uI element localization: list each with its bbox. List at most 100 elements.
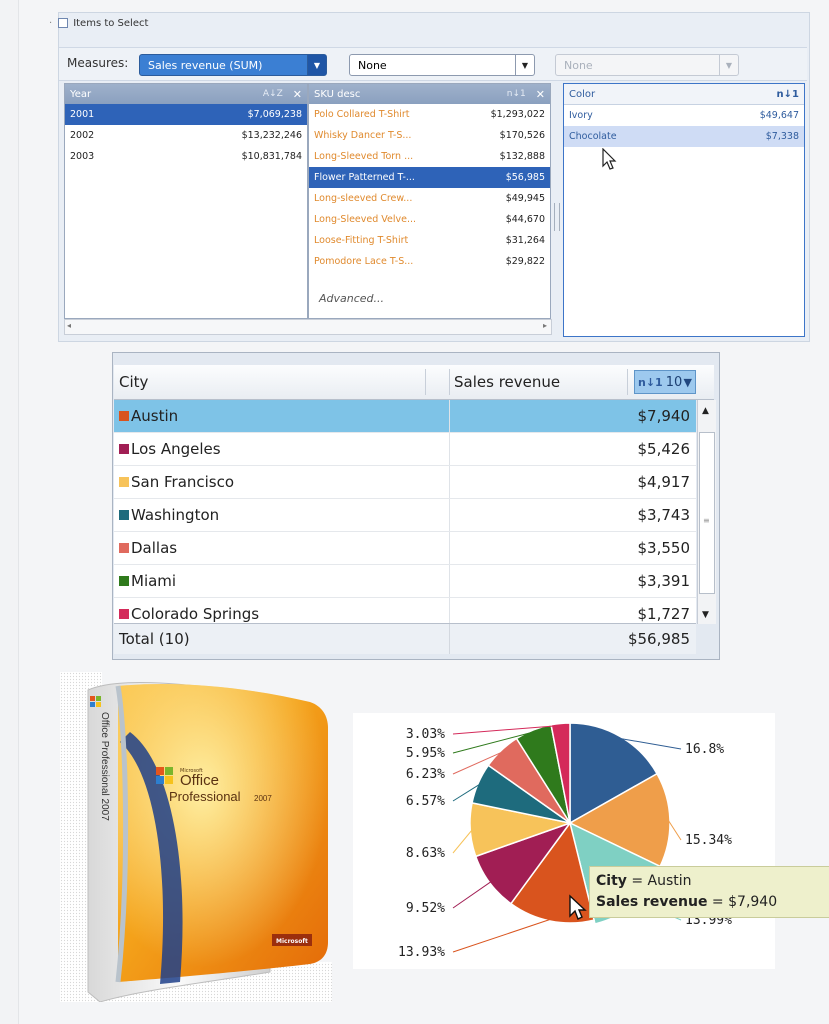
splitter-handle[interactable] <box>554 203 560 231</box>
total-label: Total (10) <box>119 630 190 648</box>
chevron-down-icon: ▼ <box>719 55 738 75</box>
chevron-down-icon[interactable]: ▼ <box>307 55 326 75</box>
table-row[interactable]: Los Angeles $5,426 <box>114 433 696 466</box>
sku-list-item-label: Whisky Dancer T-S... <box>314 130 412 141</box>
color-list-item-label: Chocolate <box>569 131 617 142</box>
pie-data-label: 13.93% <box>398 945 445 960</box>
sku-list-item-value: $56,985 <box>505 172 545 183</box>
year-list-item-label: 2002 <box>70 130 95 141</box>
sku-list-item[interactable]: Pomodore Lace T-S... $29,822 <box>309 251 550 272</box>
measures-label: Measures: <box>67 56 129 70</box>
collapse-toggle-icon[interactable] <box>58 18 69 28</box>
sort-numeric-icon[interactable]: n↓1 <box>635 376 666 389</box>
column-divider <box>449 499 450 531</box>
color-swatch <box>119 510 129 520</box>
chart-tooltip: City = Austin Sales revenue = $7,940 <box>589 866 829 918</box>
column-header-city[interactable]: City <box>119 373 148 391</box>
panel-header[interactable]: · Items to Select <box>49 13 148 33</box>
year-list-item[interactable]: 2001 $7,069,238 <box>65 104 307 125</box>
column-divider <box>449 532 450 564</box>
tooltip-city-key: City <box>596 873 627 889</box>
sort-az-icon[interactable]: A↓Z <box>263 89 283 99</box>
advanced-link[interactable]: Advanced... <box>319 292 384 305</box>
pie-data-label: 8.63% <box>406 846 445 861</box>
year-list: Year A↓Z ✕ 2001 $7,069,238 2002 $13,232,246… <box>64 83 308 319</box>
pie-data-label: 9.52% <box>406 901 445 916</box>
second-measure-dropdown[interactable]: None ▼ <box>349 54 535 76</box>
measures-bar: Measures: Sales revenue (SUM) ▼ None ▼ N… <box>59 47 807 81</box>
color-list-item[interactable]: Chocolate $7,338 <box>564 126 804 147</box>
column-divider <box>627 369 628 395</box>
pie-data-label: 3.03% <box>406 727 445 742</box>
tooltip-revenue-key: Sales revenue <box>596 894 708 910</box>
year-list-title: Year <box>70 88 92 100</box>
office-product-box: Microsoft Office Professional 2007 Offic… <box>60 672 332 1002</box>
table-row[interactable]: San Francisco $4,917 <box>114 466 696 499</box>
sku-list-header: SKU desc n↓1 ✕ <box>309 84 550 104</box>
sku-list-item[interactable]: Long-sleeved Crew... $49,945 <box>309 188 550 209</box>
topn-dropdown[interactable]: n↓1 10 ▼ <box>634 370 696 394</box>
column-divider <box>449 624 450 654</box>
scrollbar-thumb[interactable] <box>699 432 715 594</box>
box-spine-text: Office Professional 2007 <box>99 712 110 821</box>
scroll-left-icon[interactable]: ◂ <box>67 321 71 330</box>
column-divider <box>449 565 450 597</box>
chevron-down-icon[interactable]: ▼ <box>515 55 534 75</box>
color-list-item[interactable]: Ivory $49,647 <box>564 105 804 126</box>
color-list-item-value: $7,338 <box>765 131 799 142</box>
vertical-scrollbar[interactable]: ▲ ≡ ▼ <box>697 400 716 624</box>
items-to-select-panel: · Items to Select Measures: Sales revenu… <box>49 12 810 342</box>
table-row[interactable]: Washington $3,743 <box>114 499 696 532</box>
table-row[interactable]: Miami $3,391 <box>114 565 696 598</box>
scroll-up-icon[interactable]: ▲ <box>702 406 709 416</box>
mouse-cursor-icon <box>602 148 617 170</box>
sku-list-item-value: $170,526 <box>499 130 545 141</box>
color-swatch <box>119 477 129 487</box>
year-list-item-value: $10,831,784 <box>241 151 302 162</box>
city-cell: Los Angeles <box>131 440 221 458</box>
microsoft-badge: Microsoft <box>276 938 308 945</box>
table-row[interactable]: Austin $7,940 <box>114 400 696 433</box>
sort-numeric-icon[interactable]: n↓1 <box>777 89 799 100</box>
color-swatch <box>119 411 129 421</box>
sort-numeric-icon[interactable]: n↓1 <box>507 89 526 99</box>
year-list-item-value: $7,069,238 <box>247 109 302 120</box>
revenue-cell: $5,426 <box>637 440 691 458</box>
pie-leader-line <box>452 918 552 953</box>
color-list-header: Color n↓1 <box>564 84 804 105</box>
measure-dropdown-value: Sales revenue (SUM) <box>148 58 263 72</box>
sku-list-item-label: Long-Sleeved Velve... <box>314 214 417 225</box>
sku-list-item[interactable]: Long-Sleeved Torn ... $132,888 <box>309 146 550 167</box>
column-header-revenue[interactable]: Sales revenue <box>454 373 560 391</box>
grip-icon: ≡ <box>703 516 710 525</box>
year-list-item[interactable]: 2003 $10,831,784 <box>65 146 307 167</box>
scroll-down-icon[interactable]: ▼ <box>702 610 709 620</box>
revenue-cell: $3,743 <box>637 506 691 524</box>
close-icon[interactable]: ✕ <box>536 88 545 101</box>
pie-chart-panel: 16.8% 15.34% 13.99% 13.93% 9.52% 8.63% 6.57% 6.… <box>353 713 775 969</box>
city-revenue-table: City Sales revenue n↓1 10 ▼ Austin $7,940… <box>112 352 720 660</box>
horizontal-scrollbar[interactable]: ◂ ▸ <box>64 319 552 335</box>
sku-list-item[interactable]: Flower Patterned T-... $56,985 <box>309 167 550 188</box>
tooltip-revenue-value: $7,940 <box>728 894 778 910</box>
scroll-right-icon[interactable]: ▸ <box>543 321 547 330</box>
table-row[interactable]: Dallas $3,550 <box>114 532 696 565</box>
sku-list-item-label: Loose-Fitting T-Shirt <box>314 235 409 246</box>
sku-list-item-value: $29,822 <box>505 256 545 267</box>
year-list-item[interactable]: 2002 $13,232,246 <box>65 125 307 146</box>
mouse-cursor-icon <box>569 894 587 920</box>
sku-list-item[interactable]: Long-Sleeved Velve... $44,670 <box>309 209 550 230</box>
bullet-dot: · <box>49 17 53 29</box>
chevron-down-icon[interactable]: ▼ <box>684 376 692 389</box>
sku-list-item-value: $49,945 <box>505 193 545 204</box>
sku-list-item[interactable]: Polo Collared T-Shirt $1,293,022 <box>309 104 550 125</box>
pie-data-label: 5.95% <box>406 746 445 761</box>
close-icon[interactable]: ✕ <box>293 88 302 101</box>
measure-dropdown[interactable]: Sales revenue (SUM) ▼ <box>139 54 327 76</box>
sku-list-item[interactable]: Loose-Fitting T-Shirt $31,264 <box>309 230 550 251</box>
topn-count: 10 <box>665 374 683 390</box>
sku-list-item[interactable]: Whisky Dancer T-S... $170,526 <box>309 125 550 146</box>
year-list-header: Year A↓Z ✕ <box>65 84 307 104</box>
sku-list-item-label: Long-sleeved Crew... <box>314 193 413 204</box>
city-cell: San Francisco <box>131 473 235 491</box>
